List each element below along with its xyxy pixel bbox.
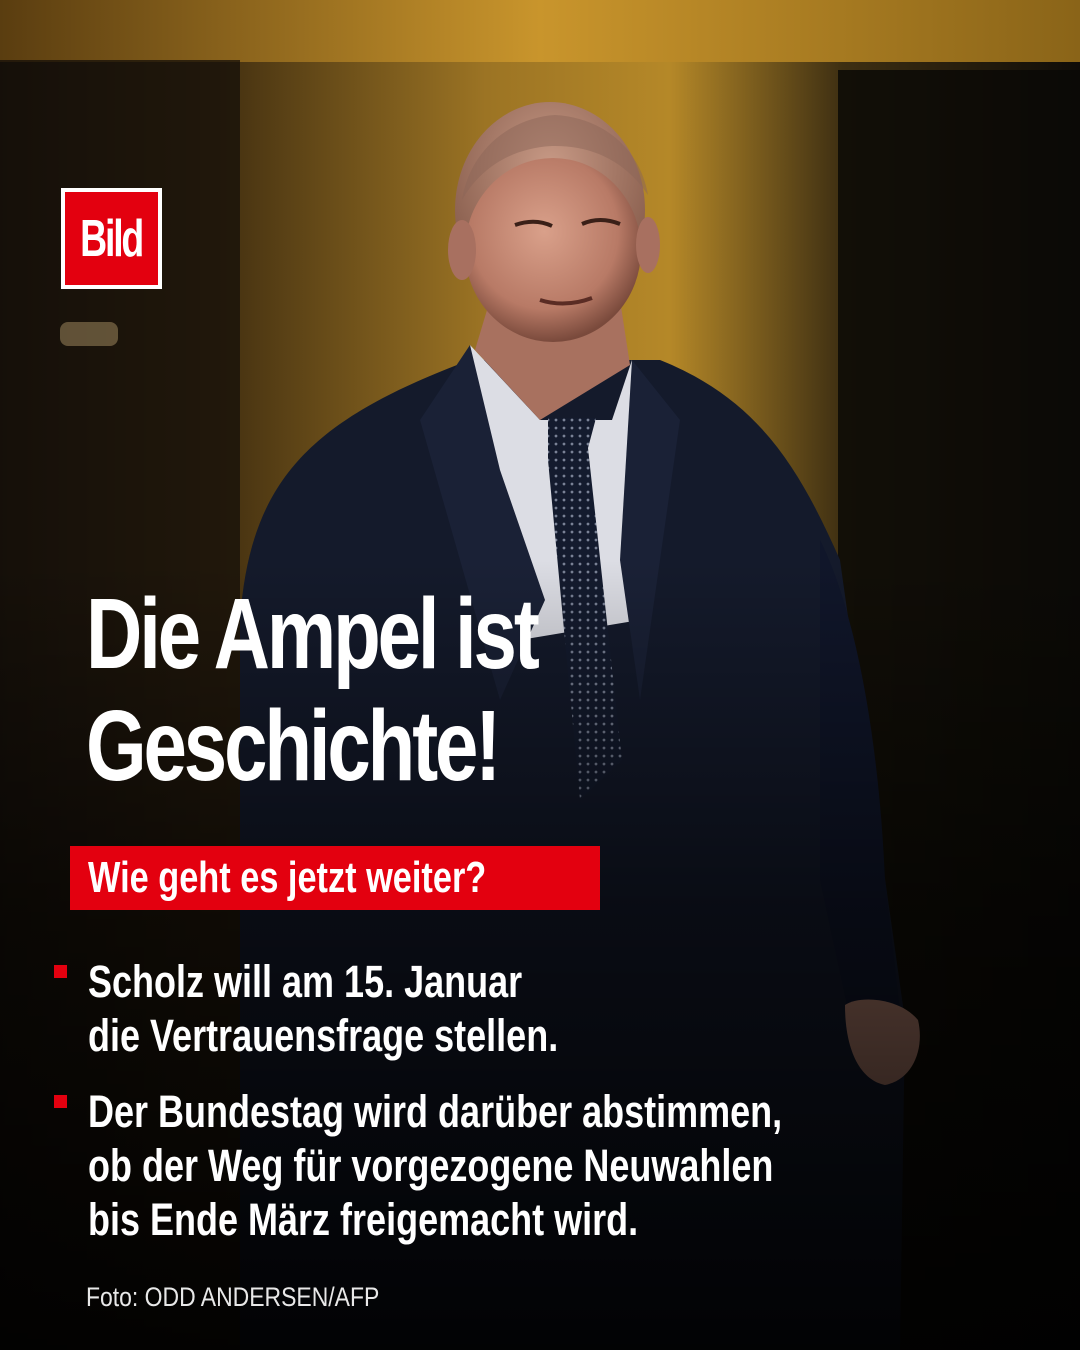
bild-logo: Bild: [61, 188, 162, 289]
bullet-list: Scholz will am 15. Januar die Vertrauens…: [54, 955, 1014, 1269]
headline-line-1: Die Ampel ist: [86, 578, 540, 690]
bullet-item: Der Bundestag wird darüber abstimmen, ob…: [54, 1085, 1014, 1247]
headline: Die Ampel ist Geschichte!: [86, 578, 632, 802]
photo-credit: Foto: ODD ANDERSEN/AFP: [86, 1282, 380, 1312]
bullet-line: bis Ende März freigemacht wird.: [88, 1194, 639, 1245]
bullet-text: Scholz will am 15. Januar die Vertrauens…: [88, 955, 829, 1063]
bullet-text: Der Bundestag wird darüber abstimmen, ob…: [88, 1085, 829, 1247]
headline-line-2: Geschichte!: [86, 690, 501, 802]
news-card: Bild Die Ampel ist Geschichte! Wie geht …: [0, 0, 1080, 1350]
logo-text: Bild: [80, 209, 144, 268]
subheadline-text: Wie geht es jetzt weiter?: [88, 853, 487, 902]
bullet-line: ob der Weg für vorgezogene Neuwahlen: [88, 1140, 774, 1191]
bullet-line: Scholz will am 15. Januar: [88, 956, 523, 1007]
bullet-line: die Vertrauensfrage stellen.: [88, 1010, 559, 1061]
bullet-square-icon: [54, 965, 67, 978]
bullet-square-icon: [54, 1095, 67, 1108]
bullet-item: Scholz will am 15. Januar die Vertrauens…: [54, 955, 1014, 1063]
bullet-line: Der Bundestag wird darüber abstimmen,: [88, 1086, 783, 1137]
subheadline-banner: Wie geht es jetzt weiter?: [70, 846, 600, 910]
